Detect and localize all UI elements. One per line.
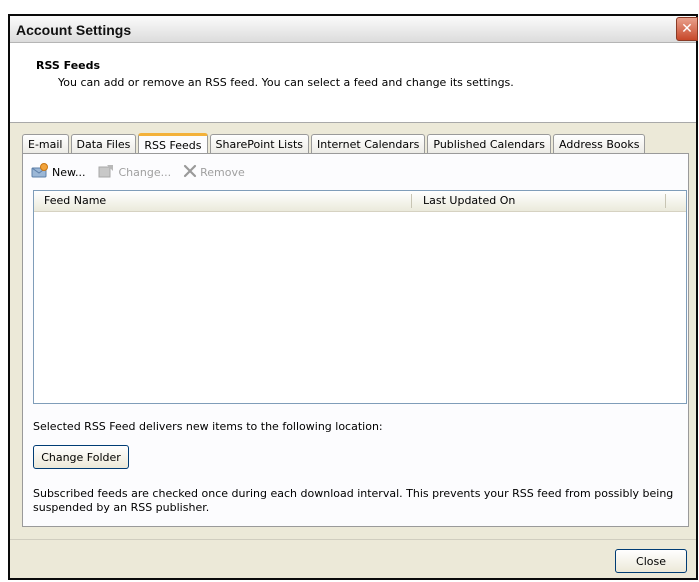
header-title: RSS Feeds xyxy=(36,59,101,72)
info-text-line1: Subscribed feeds are checked once during… xyxy=(33,487,674,500)
new-button[interactable]: New... xyxy=(31,162,86,182)
toolbar: New... Change... Remove xyxy=(31,162,257,182)
list-header: Feed Name Last Updated On xyxy=(34,191,686,212)
window-title: Account Settings xyxy=(16,22,132,38)
column-separator[interactable] xyxy=(411,194,412,208)
header-panel: RSS Feeds You can add or remove an RSS f… xyxy=(10,43,696,123)
column-header-feed-name[interactable]: Feed Name xyxy=(44,191,106,211)
tab-strip: E-mail Data Files RSS Feeds SharePoint L… xyxy=(22,131,647,154)
remove-x-icon xyxy=(183,164,197,181)
account-settings-dialog: Account Settings ✕ RSS Feeds You can add… xyxy=(8,14,698,580)
remove-button[interactable]: Remove xyxy=(183,164,245,181)
tab-e-mail[interactable]: E-mail xyxy=(22,134,69,153)
footer-divider xyxy=(10,539,696,540)
tab-internet-calendars[interactable]: Internet Calendars xyxy=(311,134,426,153)
new-button-label: New... xyxy=(52,165,86,179)
tab-published-calendars[interactable]: Published Calendars xyxy=(427,134,552,153)
column-header-last-updated-on[interactable]: Last Updated On xyxy=(423,191,515,211)
tab-rss-feeds[interactable]: RSS Feeds xyxy=(138,133,208,154)
close-window-icon[interactable]: ✕ xyxy=(676,17,698,41)
feed-list[interactable]: Feed Name Last Updated On xyxy=(33,190,687,404)
change-button[interactable]: Change... xyxy=(97,163,171,182)
header-description: You can add or remove an RSS feed. You c… xyxy=(58,76,514,89)
location-text: Selected RSS Feed delivers new items to … xyxy=(33,420,383,433)
tab-data-files[interactable]: Data Files xyxy=(70,134,137,153)
change-folder-button[interactable]: Change Folder xyxy=(33,445,129,469)
close-button[interactable]: Close xyxy=(615,549,687,573)
change-icon xyxy=(97,163,115,182)
change-button-label: Change... xyxy=(118,165,172,179)
rss-feeds-panel: New... Change... Remove Feed Name Last U… xyxy=(22,153,689,527)
remove-button-label: Remove xyxy=(200,165,245,179)
rss-new-icon xyxy=(31,162,49,182)
title-bar: Account Settings ✕ xyxy=(10,16,698,43)
tab-sharepoint-lists[interactable]: SharePoint Lists xyxy=(209,134,310,153)
column-separator[interactable] xyxy=(665,194,666,208)
tab-address-books[interactable]: Address Books xyxy=(553,134,646,153)
info-text-line2: suspended by an RSS publisher. xyxy=(33,501,210,514)
